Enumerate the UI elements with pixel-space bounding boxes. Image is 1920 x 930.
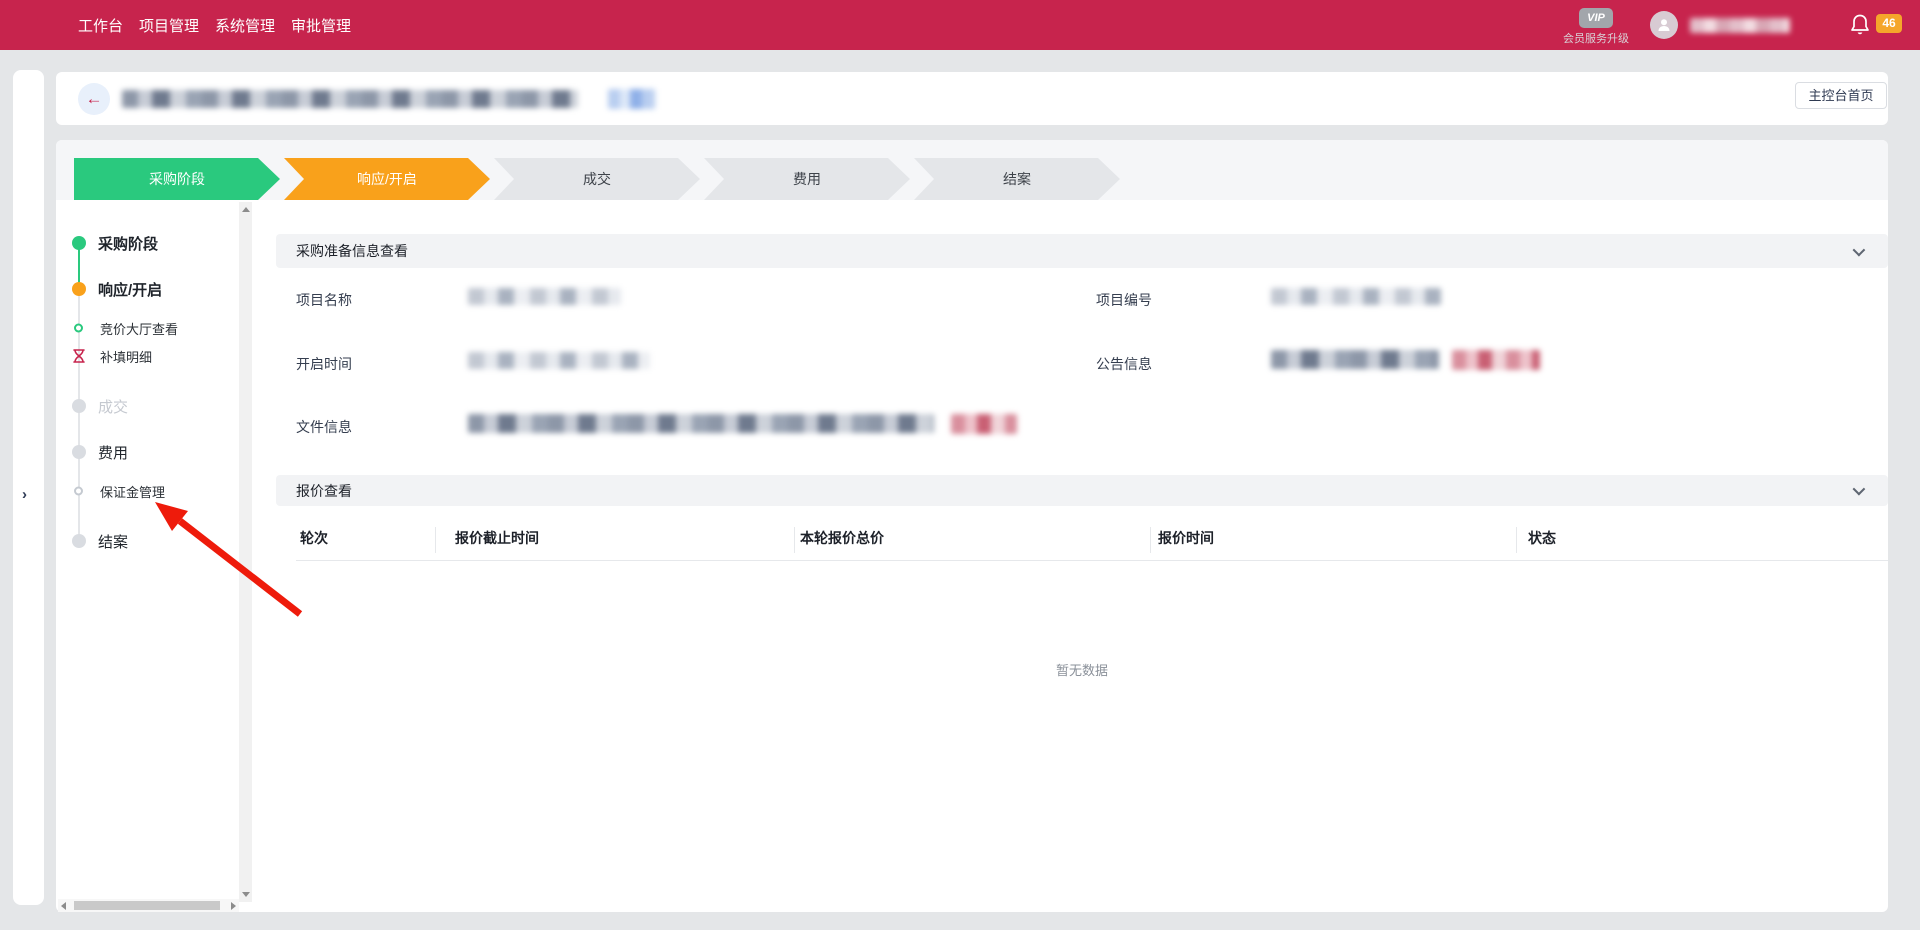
section-purchase-info: 采购准备信息查看 [276,234,1888,268]
column-divider [794,527,795,553]
main-card: 采购阶段 响应/开启 成交 费用 结案 采购阶段 响应/开启 竞价大厅查看 补填… [56,140,1888,912]
label-open-time: 开启时间 [296,354,352,374]
column-quote-time: 报价时间 [1158,528,1214,548]
nav-item-approval-mgmt[interactable]: 审批管理 [291,15,351,36]
value-project-number-redacted [1271,288,1441,305]
nav-item-system-mgmt[interactable]: 系统管理 [215,15,275,36]
scrollbar-thumb[interactable] [74,901,220,910]
column-divider [435,527,436,553]
sidebar-item-label: 成交 [98,396,128,417]
step-fee[interactable]: 费用 [704,158,910,200]
scroll-left-icon[interactable] [61,902,66,910]
sidebar-item-fee[interactable]: 费用 [56,441,128,463]
nav-item-project-mgmt[interactable]: 项目管理 [139,15,199,36]
gray-dot-icon [72,534,86,548]
chevron-down-icon[interactable] [1853,483,1866,496]
nav-item-workbench[interactable]: 工作台 [78,15,123,36]
column-quote-deadline: 报价截止时间 [455,528,539,548]
scroll-down-icon[interactable] [242,892,250,897]
step-purchase-stage[interactable]: 采购阶段 [74,158,280,200]
empty-state-text: 暂无数据 [1002,660,1162,679]
status-tag-redacted [608,89,656,109]
orange-dot-icon [72,282,86,296]
step-label: 响应/开启 [357,169,417,189]
sidebar-item-deal[interactable]: 成交 [56,395,128,417]
bell-icon[interactable] [1850,14,1870,36]
sidebar-horizontal-scrollbar[interactable] [58,899,239,912]
stage-progress-bar: 采购阶段 响应/开启 成交 费用 结案 [56,140,1888,200]
label-project-name: 项目名称 [296,290,352,310]
column-status: 状态 [1528,528,1556,548]
label-project-number: 项目编号 [1096,290,1152,310]
sidebar-item-bidding-hall[interactable]: 竞价大厅查看 [56,318,178,338]
app-root: 工作台 项目管理 系统管理 审批管理 VIP 会员服务升级 46 › ← [0,0,1920,930]
gray-ring-icon [74,487,83,496]
section-quote-view: 报价查看 [276,475,1888,506]
label-announcement-info: 公告信息 [1096,354,1152,374]
step-response-open[interactable]: 响应/开启 [284,158,490,200]
sidebar-item-label: 竞价大厅查看 [100,319,178,338]
chevron-down-icon[interactable] [1853,244,1866,257]
back-arrow-icon: ← [86,89,103,109]
table-header-border [296,560,1888,561]
page-header-card: ← 主控台首页 [56,72,1888,125]
collapsed-panel: › [13,70,44,905]
green-ring-icon [74,324,83,333]
user-icon [1656,17,1672,33]
sidebar-item-close-case[interactable]: 结案 [56,530,128,552]
gray-dot-icon [72,445,86,459]
step-label: 采购阶段 [149,169,205,189]
file-link-redacted[interactable] [951,414,1017,434]
green-dot-icon [72,236,86,250]
vip-upgrade-label: 会员服务升级 [1556,30,1636,46]
back-button[interactable]: ← [78,83,110,115]
vip-upgrade[interactable]: VIP 会员服务升级 [1556,8,1636,46]
sidebar-item-label: 采购阶段 [98,233,158,254]
sidebar-item-label: 保证金管理 [100,482,165,501]
step-deal[interactable]: 成交 [494,158,700,200]
announcement-link-redacted[interactable] [1452,350,1540,370]
main-menu: 工作台 项目管理 系统管理 审批管理 [78,0,351,50]
scroll-right-icon[interactable] [231,902,236,910]
step-label: 成交 [583,169,611,189]
scroll-up-icon[interactable] [242,207,250,212]
gray-dot-icon [72,399,86,413]
top-nav: 工作台 项目管理 系统管理 审批管理 VIP 会员服务升级 46 [0,0,1920,50]
notification-count-badge[interactable]: 46 [1876,14,1902,33]
value-project-name-redacted [468,288,621,305]
column-round-total: 本轮报价总价 [800,528,884,548]
username-redacted [1690,18,1790,33]
step-label: 费用 [793,169,821,189]
project-title-redacted [122,90,578,108]
value-announcement-redacted [1271,350,1439,369]
sidebar-item-label: 结案 [98,531,128,552]
sidebar-item-deposit-mgmt[interactable]: 保证金管理 [56,481,165,501]
section-title: 采购准备信息查看 [296,241,408,261]
expand-panel-icon[interactable]: › [22,486,27,503]
sidebar-item-label: 响应/开启 [98,279,162,300]
console-home-button[interactable]: 主控台首页 [1795,82,1887,109]
section-title: 报价查看 [296,481,352,501]
column-divider [1150,527,1151,553]
avatar[interactable] [1650,11,1678,39]
sidebar-item-label: 补填明细 [100,347,152,366]
hourglass-icon [73,349,85,363]
vip-icon: VIP [1579,8,1613,28]
column-divider [1516,527,1517,553]
step-close-case[interactable]: 结案 [914,158,1120,200]
value-file-info-redacted [468,414,934,433]
label-file-info: 文件信息 [296,417,352,437]
sidebar-item-label: 费用 [98,442,128,463]
column-round: 轮次 [300,528,328,548]
sidebar-item-response-open[interactable]: 响应/开启 [56,278,162,300]
value-open-time-redacted [468,352,650,369]
step-label: 结案 [1003,169,1031,189]
sidebar-item-fill-details[interactable]: 补填明细 [56,346,152,366]
sidebar-item-purchase-stage[interactable]: 采购阶段 [56,232,158,254]
sidebar-vertical-scrollbar[interactable] [239,202,252,902]
